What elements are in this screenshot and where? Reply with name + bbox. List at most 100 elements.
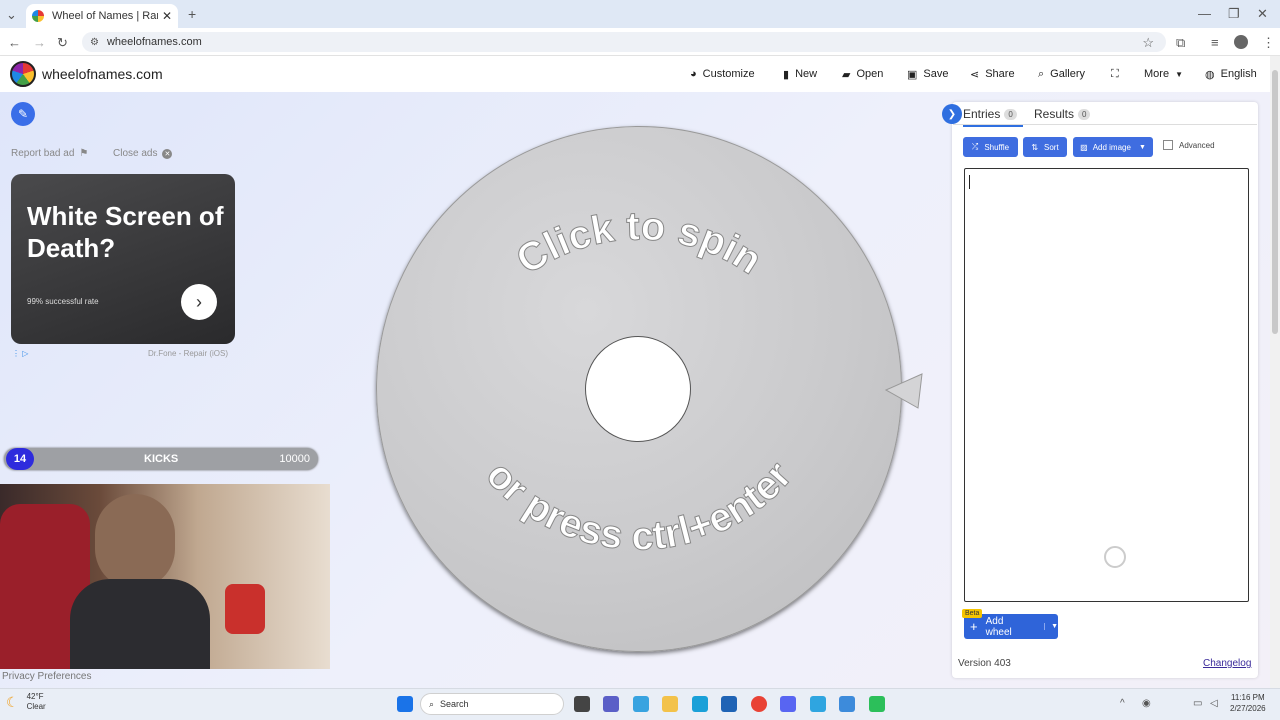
add-image-label: Add image: [1092, 142, 1131, 152]
menu-open[interactable]: ▰ Open: [842, 56, 883, 92]
new-tab-icon[interactable]: +: [188, 6, 196, 22]
teams-icon[interactable]: [603, 696, 619, 712]
taskbar-clock[interactable]: 11:16 PM 2/27/2026: [1230, 692, 1266, 714]
menu-new[interactable]: ▮ New: [783, 56, 817, 92]
advanced-checkbox[interactable]: [1163, 140, 1173, 150]
ad-source: Dr.Fone - Repair (iOS): [148, 349, 229, 358]
app-icon[interactable]: [810, 696, 826, 712]
shuffle-icon: ⤮: [971, 142, 979, 151]
menu-more[interactable]: More ▼: [1144, 56, 1183, 92]
caret-down-icon[interactable]: ▼: [1044, 623, 1058, 630]
press-ctrl-enter-text: or press ctrl+enter: [478, 453, 801, 559]
scrollbar-thumb[interactable]: [1272, 70, 1278, 334]
fullscreen-button[interactable]: ⛶: [1111, 56, 1125, 92]
ad-subtext: 99% successful rate: [27, 297, 99, 306]
wheel-center-hub[interactable]: [585, 336, 691, 442]
ad-choices-icon[interactable]: ⋮ ▷: [12, 349, 28, 358]
menu-share[interactable]: ⋖ Share: [970, 56, 1015, 92]
menu-save[interactable]: ▣ Save: [907, 56, 948, 92]
volume-icon[interactable]: ◁: [1210, 698, 1218, 709]
streamer-body: [70, 579, 210, 669]
restore-icon[interactable]: ❐: [1228, 6, 1240, 22]
advanced-toggle[interactable]: Advanced: [1163, 140, 1215, 150]
weather-temp: 42°F: [26, 692, 44, 701]
tab-list-icon[interactable]: ⌄: [6, 7, 17, 23]
browser-tab[interactable]: Wheel of Names | Random nam ✕: [26, 4, 178, 28]
task-view-icon[interactable]: [574, 696, 590, 712]
back-icon[interactable]: ←: [8, 35, 21, 50]
wheel-pointer-icon: [884, 373, 923, 409]
plus-icon: +: [970, 619, 978, 634]
bookmark-star-icon[interactable]: ☆: [1142, 35, 1154, 51]
report-ad-label: Report bad ad: [11, 148, 75, 159]
discord-icon[interactable]: [780, 696, 796, 712]
wheel-logo-icon[interactable]: [10, 61, 36, 87]
privacy-preferences-link[interactable]: Privacy Preferences: [2, 671, 91, 682]
edit-pencil-icon[interactable]: ✎: [11, 102, 35, 126]
profile-avatar[interactable]: [1234, 35, 1248, 49]
sort-icon: ⇅: [1031, 142, 1039, 152]
menu-label: Share: [985, 68, 1015, 80]
menu-label: Customize: [702, 68, 755, 80]
ad-banner[interactable]: White Screen of Death? 99% successful ra…: [11, 174, 235, 344]
share-icon: ⋖: [970, 68, 980, 81]
minimize-icon[interactable]: —: [1198, 6, 1211, 21]
menu-label: New: [795, 68, 818, 80]
entries-textarea[interactable]: [964, 168, 1249, 602]
copilot-icon[interactable]: [633, 696, 649, 712]
reload-icon[interactable]: ↻: [57, 35, 68, 51]
shuffle-button[interactable]: ⤮ Shuffle: [963, 137, 1018, 157]
site-info-icon[interactable]: ⚙: [90, 37, 99, 48]
sort-label: Sort: [1044, 142, 1059, 152]
clock-date: 2/27/2026: [1230, 704, 1266, 713]
flag-icon: ⚑: [79, 148, 89, 159]
menu-label: English: [1220, 68, 1257, 80]
close-ads-link[interactable]: Close ads ✕: [113, 148, 173, 159]
click-to-spin-text: Click to spin: [509, 204, 769, 283]
start-icon[interactable]: [397, 696, 413, 712]
report-ad-link[interactable]: Report bad ad ⚑: [11, 148, 88, 159]
menu-customize[interactable]: ◕ Customize: [690, 56, 755, 92]
close-tab-icon[interactable]: ✕: [162, 9, 172, 23]
network-icon[interactable]: ▭: [1193, 698, 1202, 709]
menu-label: Open: [856, 68, 884, 80]
app-icon[interactable]: [869, 696, 885, 712]
menu-language[interactable]: ◍ English: [1205, 56, 1257, 92]
taskbar-search[interactable]: ⌕ Search: [420, 693, 564, 715]
add-image-button[interactable]: ▨ Add image ▼: [1073, 137, 1153, 157]
ad-arrow-icon[interactable]: ›: [181, 284, 217, 320]
store-icon[interactable]: [721, 696, 737, 712]
tab-results[interactable]: Results 0: [1034, 107, 1091, 121]
menu-gallery[interactable]: ⌕ Gallery: [1038, 56, 1085, 92]
palette-icon: ◕: [690, 68, 697, 80]
close-window-icon[interactable]: ✕: [1257, 6, 1268, 22]
browser-tab-strip: ⌄ Wheel of Names | Random nam ✕ + — ❐ ✕: [0, 0, 1280, 28]
mic-icon[interactable]: ◉: [1142, 698, 1151, 709]
address-bar[interactable]: ⚙ wheelofnames.com ☆: [82, 32, 1166, 52]
collapse-panel-icon[interactable]: ❯: [942, 104, 962, 124]
kicks-max: 10000: [279, 453, 310, 465]
loading-spinner-icon: [1104, 546, 1126, 568]
tab-label: Results: [1034, 107, 1075, 121]
extensions-icon[interactable]: ⧉: [1176, 35, 1185, 51]
chrome-icon[interactable]: [751, 696, 767, 712]
reading-list-icon[interactable]: ≡: [1211, 35, 1219, 50]
sort-button[interactable]: ⇅ Sort: [1023, 137, 1067, 157]
kicks-count: 14: [6, 448, 34, 470]
menu-label: Gallery: [1050, 68, 1086, 80]
browser-menu-icon[interactable]: ⋮: [1262, 35, 1275, 51]
tray-chevron-icon[interactable]: ^: [1120, 698, 1125, 709]
caret-down-icon: ▼: [1175, 69, 1183, 79]
site-name[interactable]: wheelofnames.com: [42, 66, 163, 82]
beta-badge: Beta: [962, 609, 983, 618]
save-icon: ▣: [907, 68, 918, 81]
app-icon[interactable]: [839, 696, 855, 712]
edge-icon[interactable]: [692, 696, 708, 712]
weather-widget[interactable]: ☾ 42°F Clear: [6, 692, 46, 712]
close-ads-label: Close ads: [113, 148, 158, 159]
menu-label: More: [1144, 68, 1170, 80]
changelog-link[interactable]: Changelog: [1203, 658, 1251, 669]
text-caret: [969, 175, 970, 189]
forward-icon[interactable]: →: [33, 35, 46, 50]
file-explorer-icon[interactable]: [662, 696, 678, 712]
